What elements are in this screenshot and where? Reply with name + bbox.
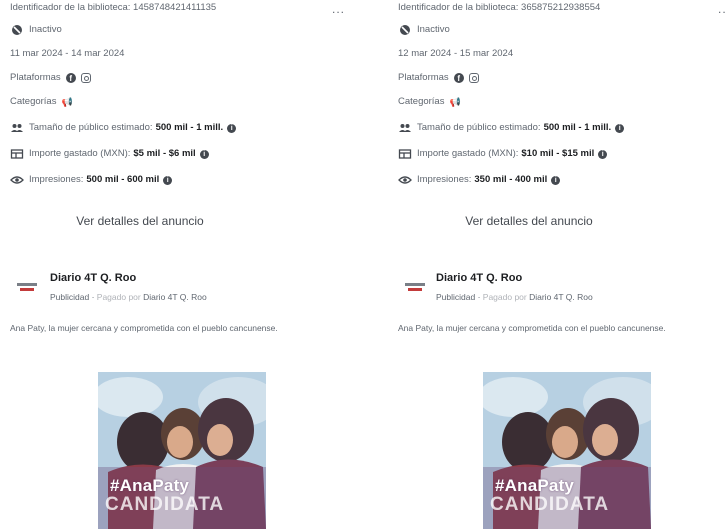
ad-image[interactable]: #AnaPaty CANDIDATA bbox=[483, 372, 651, 529]
platforms-row: Plataformas f bbox=[10, 70, 91, 86]
facebook-icon: f bbox=[65, 73, 76, 83]
status-text: Inactivo bbox=[417, 24, 450, 35]
ad-body-text: Ana Paty, la mujer cercana y comprometid… bbox=[398, 323, 666, 333]
status-text: Inactivo bbox=[29, 24, 62, 35]
dates-row: 12 mar 2024 - 15 mar 2024 bbox=[398, 46, 513, 62]
spend-row: Importe gastado (MXN): $10 mil - $15 mil… bbox=[398, 146, 608, 162]
spend-label: Importe gastado (MXN): bbox=[29, 148, 131, 159]
audience-value: 500 mil - 1 mill. bbox=[543, 122, 612, 133]
sponsor-line: Publicidad · Pagado por Diario 4T Q. Roo bbox=[50, 292, 207, 302]
impressions-label: Impresiones: bbox=[417, 174, 472, 185]
library-id: Identificador de la biblioteca: 14587484… bbox=[10, 0, 216, 16]
eye-icon bbox=[398, 176, 412, 184]
people-icon bbox=[399, 124, 411, 132]
info-icon[interactable]: i bbox=[615, 123, 625, 133]
dates-row: 11 mar 2024 - 14 mar 2024 bbox=[10, 46, 124, 62]
impressions-value: 350 mil - 400 mil bbox=[474, 174, 548, 185]
audience-row: Tamaño de público estimado: 500 mil - 1 … bbox=[398, 120, 625, 136]
categories-row: Categorías 📢 bbox=[398, 94, 461, 110]
audience-row: Tamaño de público estimado: 500 mil - 1 … bbox=[10, 120, 237, 136]
dates-text: 12 mar 2024 - 15 mar 2024 bbox=[398, 48, 514, 59]
view-ad-details-button[interactable]: Ver detalles del anuncio bbox=[0, 214, 310, 228]
info-icon[interactable]: i bbox=[199, 149, 209, 159]
instagram-icon bbox=[468, 73, 479, 83]
platforms-label: Plataformas bbox=[398, 72, 449, 83]
blocked-icon bbox=[400, 25, 410, 35]
impressions-label: Impresiones: bbox=[29, 174, 84, 185]
eye-icon bbox=[10, 176, 24, 184]
page-name[interactable]: Diario 4T Q. Roo bbox=[436, 272, 522, 284]
spend-row: Importe gastado (MXN): $5 mil - $6 mil i bbox=[10, 146, 209, 162]
spend-label: Importe gastado (MXN): bbox=[417, 148, 519, 159]
people-icon bbox=[11, 124, 23, 132]
ad-card-2: Identificador de la biblioteca: 36587521… bbox=[398, 0, 727, 529]
ad-image-hashtag: #AnaPaty bbox=[495, 476, 575, 495]
audience-label: Tamaño de público estimado: bbox=[417, 122, 541, 133]
sponsor-name: Diario 4T Q. Roo bbox=[140, 292, 207, 302]
sponsor-paid: Pagado por bbox=[96, 292, 141, 302]
spend-value: $10 mil - $15 mil bbox=[521, 148, 595, 159]
library-id-text: Identificador de la biblioteca: 14587484… bbox=[10, 2, 217, 13]
sponsor-paid: Pagado por bbox=[482, 292, 527, 302]
status-row: Inactivo bbox=[10, 22, 62, 38]
megaphone-icon: 📢 bbox=[61, 97, 73, 107]
more-options-button[interactable]: ... bbox=[718, 2, 727, 16]
categories-label: Categorías bbox=[398, 96, 445, 107]
categories-label: Categorías bbox=[10, 96, 57, 107]
info-icon[interactable]: i bbox=[227, 123, 237, 133]
library-id-text: Identificador de la biblioteca: 36587521… bbox=[398, 2, 601, 13]
sponsor-prefix: Publicidad · bbox=[436, 292, 483, 302]
info-icon[interactable]: i bbox=[551, 175, 561, 185]
ad-image-word: CANDIDATA bbox=[490, 494, 610, 515]
info-icon[interactable]: i bbox=[598, 149, 608, 159]
ad-image-hashtag: #AnaPaty bbox=[110, 476, 190, 495]
impressions-row: Impresiones: 350 mil - 400 mil i bbox=[398, 172, 561, 188]
spend-value: $5 mil - $6 mil bbox=[133, 148, 196, 159]
sponsor-name: Diario 4T Q. Roo bbox=[526, 292, 593, 302]
page-name[interactable]: Diario 4T Q. Roo bbox=[50, 272, 136, 284]
sponsor-line: Publicidad · Pagado por Diario 4T Q. Roo bbox=[436, 292, 593, 302]
ad-body-text: Ana Paty, la mujer cercana y comprometid… bbox=[10, 323, 278, 333]
audience-value: 500 mil - 1 mill. bbox=[155, 122, 224, 133]
impressions-row: Impresiones: 500 mil - 600 mil i bbox=[10, 172, 173, 188]
categories-row: Categorías 📢 bbox=[10, 94, 73, 110]
ad-card-1: Identificador de la biblioteca: 14587484… bbox=[10, 0, 350, 529]
platforms-label: Plataformas bbox=[10, 72, 61, 83]
receipt-icon bbox=[398, 149, 412, 159]
impressions-value: 500 mil - 600 mil bbox=[86, 174, 160, 185]
page-logo[interactable] bbox=[17, 283, 37, 293]
info-icon[interactable]: i bbox=[163, 175, 173, 185]
blocked-icon bbox=[12, 25, 22, 35]
audience-label: Tamaño de público estimado: bbox=[29, 122, 153, 133]
platforms-row: Plataformas f bbox=[398, 70, 479, 86]
view-ad-details-button[interactable]: Ver detalles del anuncio bbox=[359, 214, 699, 228]
library-id: Identificador de la biblioteca: 36587521… bbox=[398, 0, 600, 16]
sponsor-prefix: Publicidad · bbox=[50, 292, 97, 302]
ad-image-word: CANDIDATA bbox=[105, 494, 225, 515]
instagram-icon bbox=[80, 73, 91, 83]
ad-image[interactable]: #AnaPaty CANDIDATA bbox=[98, 372, 266, 529]
status-row: Inactivo bbox=[398, 22, 450, 38]
facebook-icon: f bbox=[453, 73, 464, 83]
dates-text: 11 mar 2024 - 14 mar 2024 bbox=[10, 48, 125, 59]
receipt-icon bbox=[10, 149, 24, 159]
megaphone-icon: 📢 bbox=[449, 97, 461, 107]
page-logo[interactable] bbox=[405, 283, 425, 293]
more-options-button[interactable]: ... bbox=[332, 2, 345, 16]
